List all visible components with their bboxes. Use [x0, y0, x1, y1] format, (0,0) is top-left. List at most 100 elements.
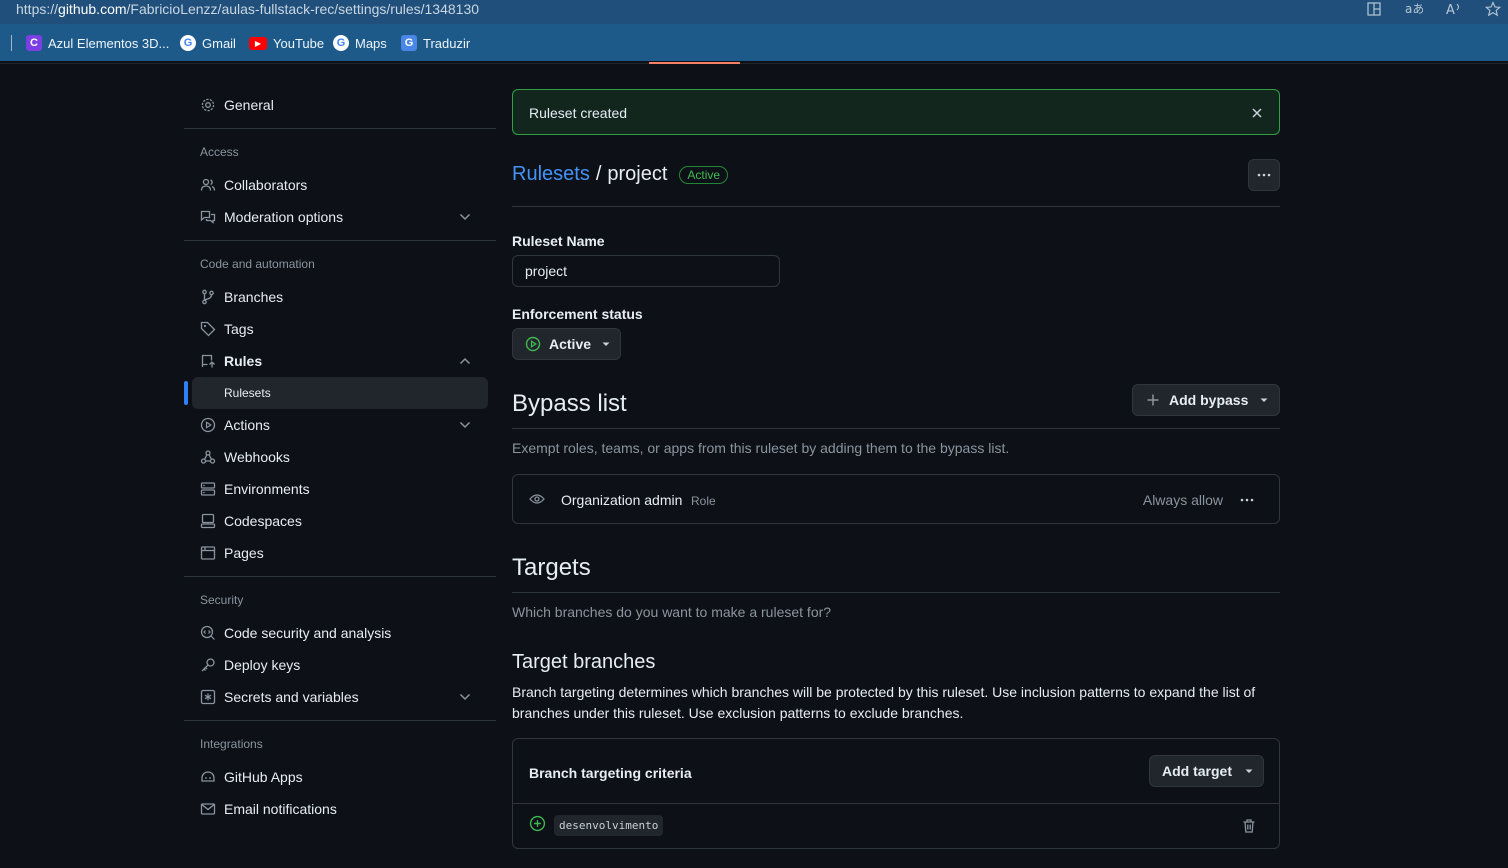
sidebar-item-moderation[interactable]: Moderation options	[184, 201, 488, 233]
people-icon	[200, 177, 216, 193]
read-aloud-icon[interactable]: A	[1446, 1, 1464, 20]
webhook-icon	[200, 449, 216, 465]
bookmark-gmail[interactable]: G Gmail	[180, 33, 236, 53]
sidebar-item-pages[interactable]: Pages	[184, 537, 488, 569]
sidebar-item-label: GitHub Apps	[224, 769, 303, 785]
chevron-down-icon	[459, 421, 471, 429]
sidebar-divider	[184, 576, 496, 577]
close-icon[interactable]	[1249, 105, 1265, 121]
bookmark-label: Azul Elementos 3D...	[48, 35, 170, 51]
sidebar-item-rules[interactable]: Rules	[184, 345, 488, 377]
ruleset-name-input[interactable]: project	[512, 255, 780, 287]
sidebar-divider	[184, 720, 496, 721]
sidebar-item-codespaces[interactable]: Codespaces	[184, 505, 488, 537]
bookmark-label: Gmail	[202, 35, 236, 51]
bookmark-maps[interactable]: G Maps	[333, 33, 387, 53]
ruleset-name-value: project	[525, 263, 568, 279]
canva-icon: C	[26, 35, 42, 51]
sidebar-item-label: Rulesets	[224, 386, 271, 400]
ruleset-menu-button[interactable]	[1248, 159, 1280, 191]
sidebar-item-environments[interactable]: Environments	[184, 473, 488, 505]
breadcrumb-rulesets-link[interactable]: Rulesets	[512, 163, 590, 186]
sidebar-item-tags[interactable]: Tags	[184, 313, 488, 345]
bookmark-label: Traduzir	[423, 35, 471, 51]
trash-icon[interactable]	[1241, 818, 1257, 834]
sidebar-item-collaborators[interactable]: Collaborators	[184, 169, 488, 201]
breadcrumb-separator: /	[595, 163, 602, 185]
sidebar-item-branches[interactable]: Branches	[184, 281, 488, 313]
url-text[interactable]: https://github.com/FabricioLenzz/aulas-f…	[16, 1, 479, 17]
sidebar-item-code-security[interactable]: Code security and analysis	[184, 617, 488, 649]
codespaces-icon	[200, 513, 216, 529]
play-circle-icon	[525, 336, 541, 352]
sidebar-item-general[interactable]: General	[184, 89, 488, 121]
favorite-star-icon[interactable]	[1484, 1, 1502, 20]
add-target-label: Add target	[1162, 763, 1232, 779]
chevron-down-icon	[459, 693, 471, 701]
sidebar-item-label: Tags	[224, 321, 254, 337]
sidebar-heading-code: Code and automation	[200, 257, 315, 271]
enforcement-status-value: Active	[549, 336, 592, 352]
repo-push-icon	[200, 353, 216, 369]
sidebar-item-email-notifications[interactable]: Email notifications	[184, 793, 488, 825]
bypass-entry-mode[interactable]: Always allow	[1143, 492, 1223, 508]
sidebar-item-actions[interactable]: Actions	[184, 409, 488, 441]
bookmarks-separator	[11, 35, 12, 51]
svg-text:aあ: aあ	[1405, 2, 1423, 16]
apps-icon	[200, 769, 216, 785]
sidebar-item-label: Rules	[224, 353, 263, 369]
sidebar-item-label: Codespaces	[224, 513, 302, 529]
sidebar-item-webhooks[interactable]: Webhooks	[184, 441, 488, 473]
eye-icon	[529, 494, 545, 504]
caret-down-icon	[602, 342, 610, 346]
sidebar-heading-access: Access	[200, 145, 239, 159]
page-header-edge	[0, 61, 1508, 64]
key-icon	[200, 657, 216, 673]
caret-down-icon	[1245, 769, 1253, 773]
translate-page-icon[interactable]: aあ	[1405, 1, 1424, 20]
bookmark-traduzir[interactable]: G Traduzir	[401, 33, 470, 53]
status-badge: Active	[679, 165, 729, 184]
sidebar-item-label: Actions	[224, 417, 270, 433]
targets-description: Which branches do you want to make a rul…	[512, 604, 832, 620]
sidebar-item-label: Moderation options	[224, 209, 344, 225]
server-icon	[200, 481, 216, 497]
sidebar-item-github-apps[interactable]: GitHub Apps	[184, 761, 488, 793]
bookmark-youtube[interactable]: ▶ YouTube	[249, 33, 324, 53]
bypass-list-heading: Bypass list	[512, 390, 627, 417]
kebab-horizontal-icon	[1257, 173, 1271, 177]
sidebar-item-label: Pages	[224, 545, 264, 561]
bookmark-label: YouTube	[273, 35, 325, 51]
flash-message: Ruleset created	[529, 105, 628, 121]
translate-icon: G	[401, 35, 417, 51]
chevron-up-icon	[459, 357, 471, 365]
asterisk-box-icon	[200, 689, 216, 705]
add-target-button[interactable]: Add target	[1149, 755, 1264, 787]
browser-address-bar[interactable]: https://github.com/FabricioLenzz/aulas-f…	[0, 0, 1508, 24]
bypass-divider	[512, 428, 1280, 429]
ruleset-title: project	[607, 163, 668, 185]
kebab-horizontal-icon[interactable]	[1239, 492, 1255, 508]
add-bypass-button[interactable]: Add bypass	[1132, 384, 1280, 416]
enforcement-status-dropdown[interactable]: Active	[512, 328, 621, 360]
flash-success: Ruleset created	[512, 89, 1280, 135]
sidebar-item-secrets[interactable]: Secrets and variables	[184, 681, 488, 713]
bookmarks-bar: C Azul Elementos 3D... G Gmail ▶ YouTube…	[0, 24, 1508, 61]
sidebar-item-deploy-keys[interactable]: Deploy keys	[184, 649, 488, 681]
active-item-indicator	[184, 381, 188, 405]
sidebar-item-label: Email notifications	[224, 801, 337, 817]
targets-divider	[512, 592, 1280, 593]
sidebar-divider	[184, 240, 496, 241]
plus-circle-icon	[529, 815, 546, 832]
play-circle-icon	[200, 417, 216, 433]
enforcement-status-label: Enforcement status	[512, 306, 643, 322]
sidebar-item-rulesets[interactable]: Rulesets	[192, 377, 488, 409]
sidebar-item-label: Deploy keys	[224, 657, 301, 673]
title-divider	[512, 206, 1280, 207]
comment-discussion-icon	[200, 209, 216, 225]
selected-tab-underline	[649, 62, 740, 64]
criteria-divider	[513, 803, 1279, 804]
bookmark-azul-elementos[interactable]: C Azul Elementos 3D...	[26, 33, 169, 53]
reader-view-icon[interactable]	[1366, 1, 1382, 20]
branch-targeting-title: Branch targeting criteria	[529, 765, 692, 781]
